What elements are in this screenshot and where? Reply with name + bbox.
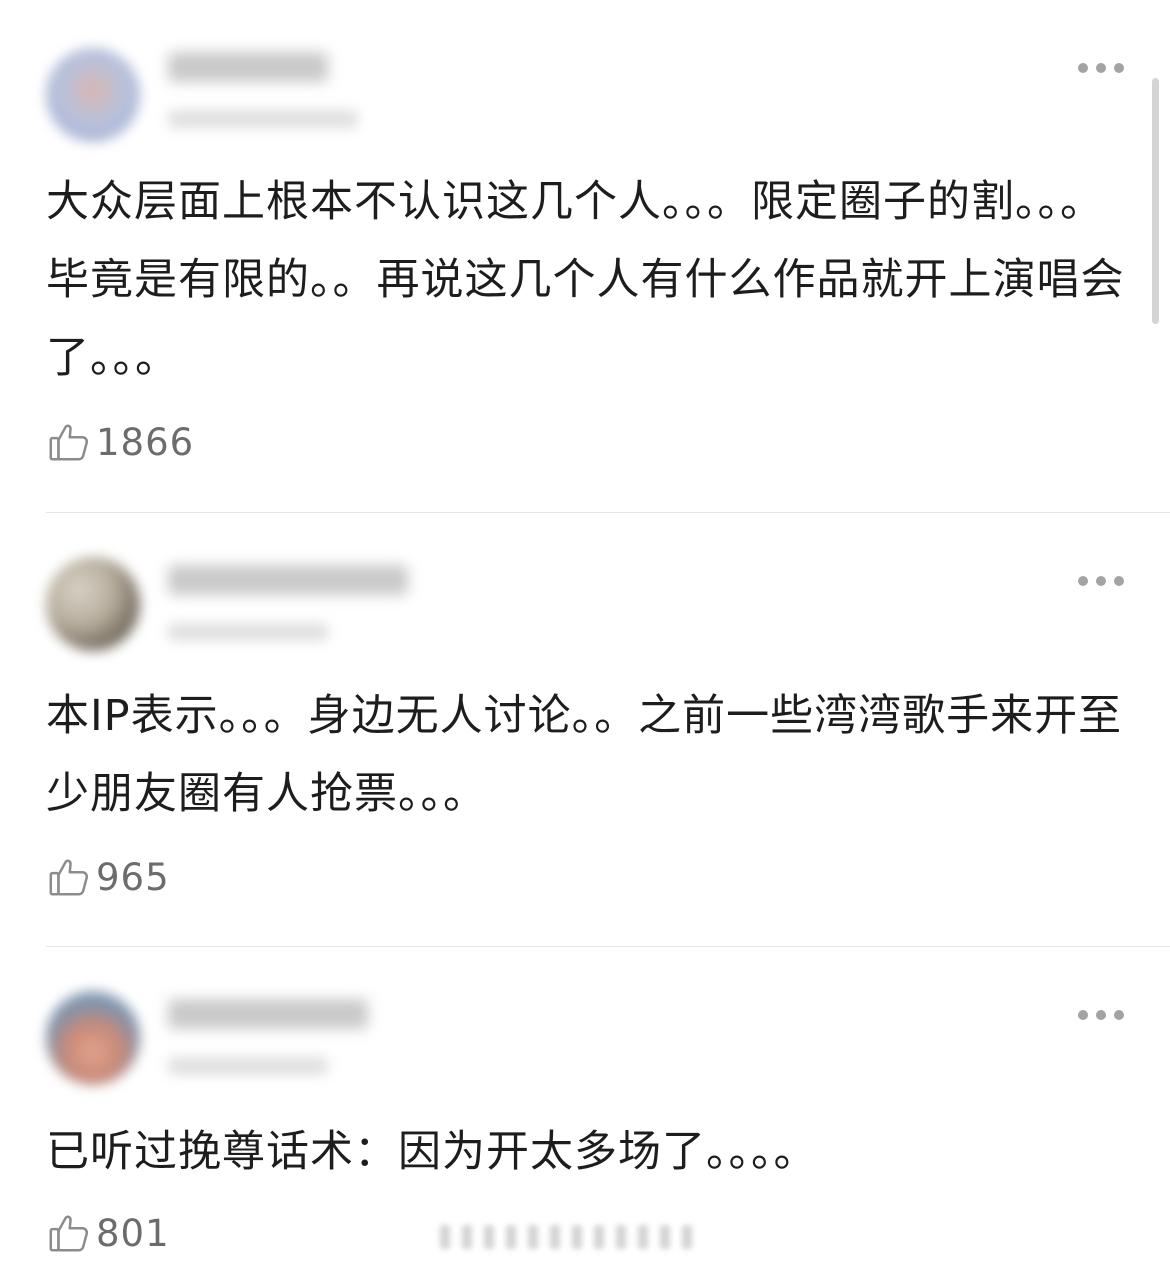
like-count: 1866 <box>96 420 195 464</box>
like-button[interactable]: 801 <box>46 1209 170 1257</box>
thumbs-up-icon <box>49 859 89 896</box>
comment-meta <box>168 623 328 641</box>
username[interactable] <box>168 999 368 1029</box>
comment-meta <box>168 110 358 128</box>
thumbs-up-icon <box>49 1215 89 1252</box>
thumbs-up-icon <box>49 424 89 461</box>
like-button[interactable]: 1866 <box>46 418 194 466</box>
like-count: 801 <box>96 1211 170 1255</box>
username[interactable] <box>168 565 408 595</box>
more-options-icon[interactable] <box>1078 575 1124 587</box>
more-options-icon[interactable] <box>1078 1009 1124 1021</box>
like-count: 965 <box>96 855 170 899</box>
username[interactable] <box>168 52 328 82</box>
avatar[interactable] <box>46 557 140 651</box>
avatar[interactable] <box>46 991 140 1085</box>
more-options-icon[interactable] <box>1078 62 1124 74</box>
like-button[interactable]: 965 <box>46 853 170 901</box>
comment-text: 大众层面上根本不认识这几个人。。。限定圈子的割。。。毕竟是有限的。。再说这几个人… <box>46 177 1125 383</box>
comment-item: 大众层面上根本不认识这几个人。。。限定圈子的割。。。毕竟是有限的。。再说这几个人… <box>0 0 1170 512</box>
comment-item: 本IP表示。。。身边无人讨论。。之前一些湾湾歌手来开至少朋友圈有人抢票。。。 9… <box>0 513 1170 946</box>
watermark <box>440 1222 720 1252</box>
comment-text: 已听过挽尊话术：因为开太多场了。。。。 <box>46 1127 818 1177</box>
comment-text: 本IP表示。。。身边无人讨论。。之前一些湾湾歌手来开至少朋友圈有人抢票。。。 <box>46 691 1123 819</box>
scrollbar[interactable] <box>1152 78 1159 324</box>
comment-meta <box>168 1057 328 1075</box>
avatar[interactable] <box>46 48 140 142</box>
